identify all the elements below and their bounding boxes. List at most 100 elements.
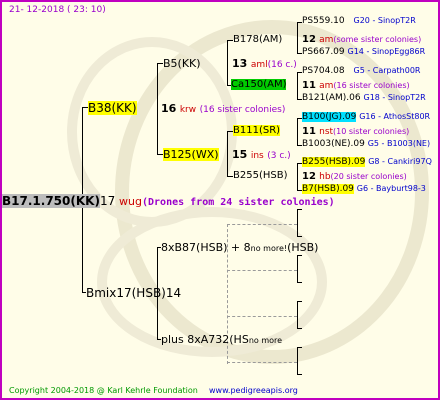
x8-id: 8xB87(HSB) + 8 [161,241,251,254]
plus8-note: no more [248,336,283,345]
node-b121[interactable]: B121(AM).06 G18 - SinopT2R [302,94,426,103]
node-b111[interactable]: B111(SR) [233,125,281,136]
b178-stats: 12 am(some sister colonies) [302,35,421,45]
node-b38[interactable]: B38(KK) [88,101,137,115]
dotted-guide [227,362,297,363]
bmix17-num: 14 [165,286,182,300]
connector [297,347,298,375]
b111-num: 11 [302,126,316,137]
connector [297,209,302,210]
node-ca150[interactable]: Ca150(AM) [231,79,287,90]
ps559-info: G20 - SinopT2R [353,16,416,25]
b178-note: (some sister colonies) [333,35,422,44]
b5-id: B5(KK) [163,57,201,70]
b38-breeder: krw [179,105,197,115]
node-b5[interactable]: B5(KK) [163,58,201,69]
connector [297,328,302,329]
node-ps704[interactable]: PS704.08 G5 - Carpath00R [302,67,420,76]
ca150-num: 11 [302,80,316,91]
node-x8[interactable]: 8xB87(HSB) + 8no more!(HSB) [161,242,318,253]
b111-id: B111(SR) [233,125,281,136]
node-b1003[interactable]: B1003(NE).09 G5 - B1003(NE) [302,140,430,149]
dotted-guide [227,224,297,225]
node-b100[interactable]: B100(JG).09 G16 - AthosSt80R [302,112,431,122]
footer-url[interactable]: www.pedigreeapis.org [209,387,298,395]
ca150-id: Ca150(AM) [231,79,287,90]
b111-breeder: nst [319,127,334,137]
connector [297,255,302,256]
b5-num: 13 [232,57,248,70]
connector [297,72,298,100]
b5-breeder: aml [250,60,268,70]
b7-info: G6 - Bayburt98-3 [356,184,426,193]
connector [297,301,302,302]
ca150-stats: 11 am(16 sister colonies) [302,81,410,91]
b178-breeder: am [319,35,334,45]
dotted-guide [227,270,297,271]
b100-info: G16 - AthosSt80R [359,112,431,121]
node-b7[interactable]: B7(HSB).09 G6 - Bayburt98-3 [302,184,426,194]
connector [297,118,298,146]
plus8-id: plus 8xA732(HS [161,333,249,346]
b255-stats: 12 hb(20 sister colonies) [302,172,407,182]
node-b125[interactable]: B125(WX) [163,148,219,161]
node-ps667[interactable]: PS667.09 G14 - SinopEgg86R [302,48,425,57]
b125-id: B125(WX) [163,148,219,161]
root-note: (Drones from 24 sister colonies) [142,197,335,208]
ps667-info: G14 - SinopEgg86R [347,47,426,56]
footer-copyright: Copyright 2004-2018 @ Karl Kehrle Founda… [9,386,198,395]
bmix17-id: Bmix17(HSB) [86,286,166,300]
root-id: B17.1.750(KK) [2,194,100,208]
b255b-info: G8 - Cankiri97Q [368,157,432,166]
ca150-note: (16 sister colonies) [333,81,410,90]
node-b255b[interactable]: B255(HSB).09 G8 - Cankiri97Q [302,157,432,167]
b125-stats: 15 ins (3 c.) [232,149,291,161]
connector [297,209,298,237]
ps704-info: G5 - Carpath00R [353,66,421,75]
connector [297,163,298,191]
root-breeder: wug [119,195,142,208]
ps704-id: PS704.08 [302,66,345,76]
connector [297,301,298,329]
b255-id: B255(HSB) [233,170,288,181]
b111-note: (10 sister colonies) [333,127,410,136]
b125-breeder: ins [250,151,264,161]
node-ps559[interactable]: PS559.10 G20 - SinopT2R [302,17,416,26]
b178-id: B178(AM) [233,34,283,45]
b125-note: (3 c.) [267,151,291,161]
node-plus8[interactable]: plus 8xA732(HSno more [161,334,282,345]
b255b-id: B255(HSB).09 [302,157,366,167]
ps559-id: PS559.10 [302,16,345,26]
b1003-id: B1003(NE).09 [302,139,365,149]
dotted-guide [227,316,297,317]
connector [297,374,302,375]
connector [297,282,302,283]
connector [157,63,158,155]
b255-breeder: hb [319,172,331,182]
node-bmix17[interactable]: Bmix17(HSB)14 [86,287,181,299]
connector [297,22,298,54]
b178-num: 12 [302,34,316,45]
b125-num: 15 [232,148,248,161]
b121-info: G18 - SinopT2R [363,93,426,102]
b38-num: 16 [161,102,177,115]
x8-suffix: (HSB) [287,241,319,254]
b7-id: B7(HSB).09 [302,184,354,194]
ca150-breeder: am [319,81,334,91]
node-b178[interactable]: B178(AM) [233,35,282,45]
root-num: 17 [99,194,116,208]
connector [227,131,228,177]
root-node[interactable]: B17.1.750(KK)17 wug(Drones from 24 siste… [2,194,335,208]
connector [297,236,302,237]
node-b255[interactable]: B255(HSB) [233,171,287,181]
pedigree-frame: 21- 12-2018 ( 23: 10) B17.1.750(KK)17 wu… [0,0,440,400]
b255-num: 12 [302,171,316,182]
b1003-info: G5 - B1003(NE) [367,139,431,148]
connector [297,255,298,283]
header-date: 21- 12-2018 ( 23: 10) [9,5,106,15]
connector [297,347,302,348]
b5-stats: 13 aml(16 c.) [232,58,297,70]
b38-stats: 16 krw (16 sister colonies) [161,103,285,115]
b255-note: (20 sister colonies) [330,172,407,181]
b100-id: B100(JG).09 [302,112,357,122]
